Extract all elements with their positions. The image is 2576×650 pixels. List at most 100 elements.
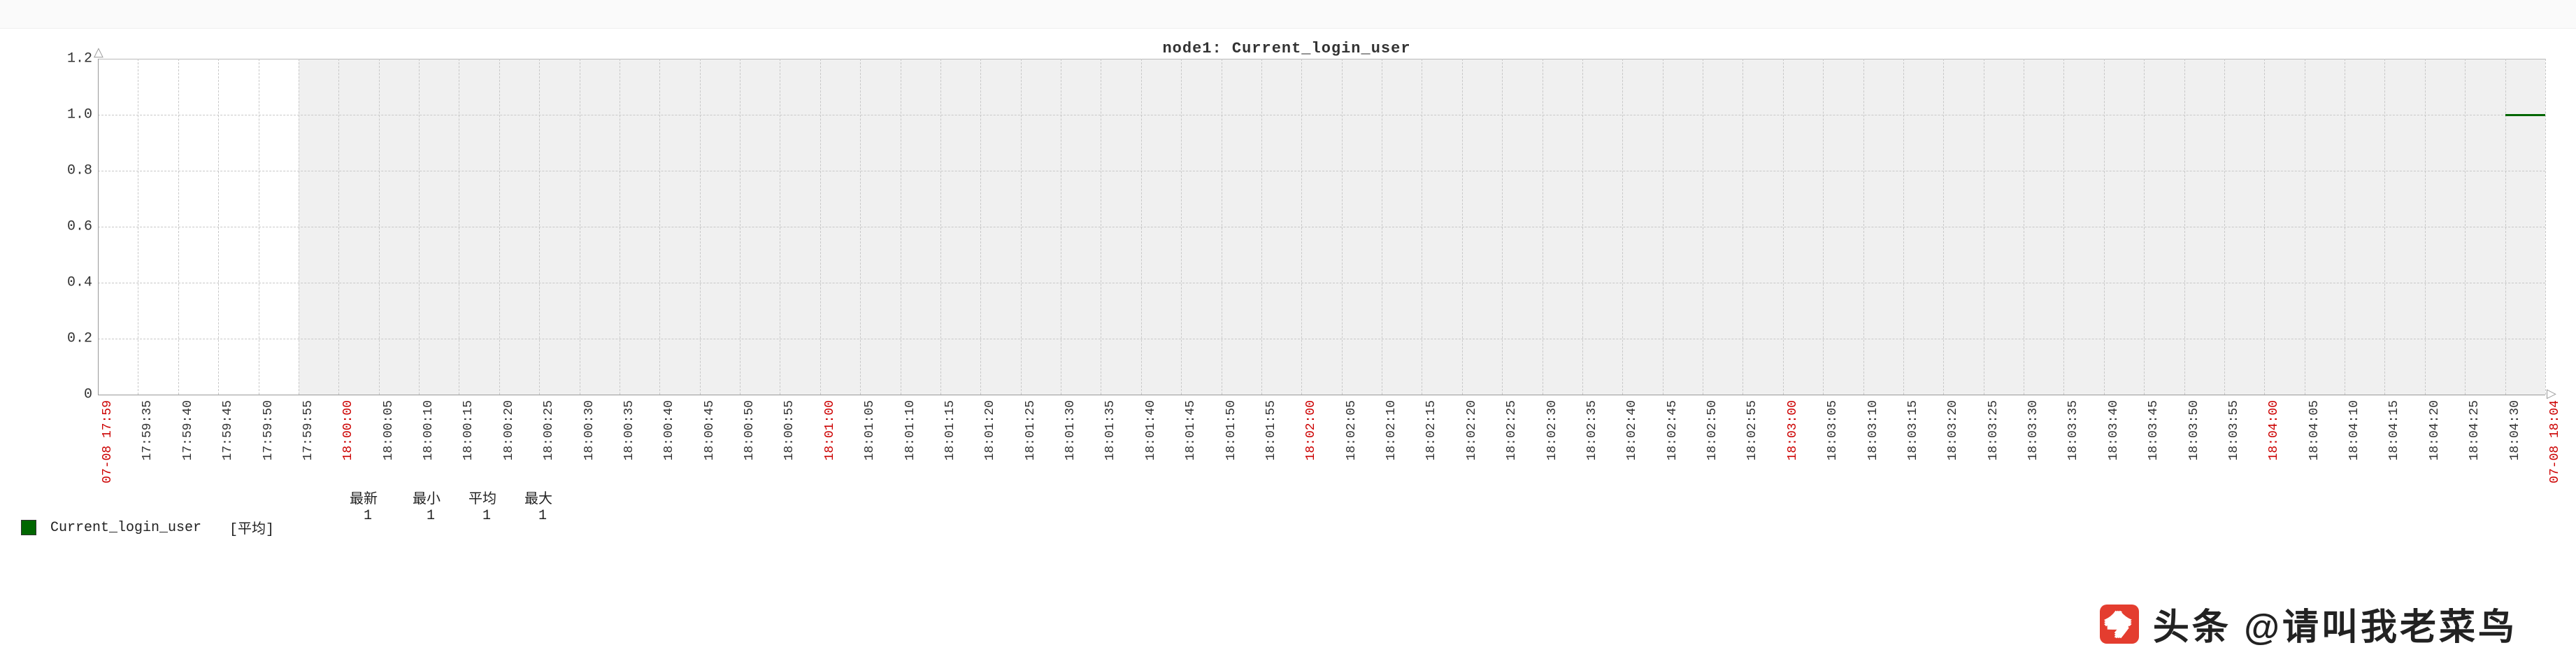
x-axis-tick-label: 17:59:55 <box>301 400 315 460</box>
v-gridline <box>1141 59 1142 395</box>
stat-header-last: 最新 <box>350 487 378 508</box>
x-axis-tick-label: 18:00:10 <box>422 400 436 460</box>
x-axis-tick-label: 18:03:45 <box>2147 400 2161 460</box>
x-axis-tick-label: 18:02:20 <box>1465 400 1479 460</box>
v-gridline <box>860 59 861 395</box>
stat-header-max: 最大 <box>524 487 552 508</box>
x-axis-tick-label: 18:01:25 <box>1024 400 1038 460</box>
x-axis-tick-label: 18:04:25 <box>2468 400 2482 460</box>
x-axis-tick-label: 18:00:25 <box>542 400 556 460</box>
x-axis-tick-label: 18:01:30 <box>1064 400 1078 460</box>
x-axis-tick-label: 18:03:15 <box>1906 400 1920 460</box>
x-axis-tick-label: 18:04:20 <box>2428 400 2442 460</box>
v-gridline <box>2384 59 2385 395</box>
y-axis-tick-label: 0.8 <box>67 163 92 179</box>
v-gridline <box>2465 59 2466 395</box>
stat-header-avg: 平均 <box>468 487 496 508</box>
x-axis-tick-label: 17:59:35 <box>141 400 155 460</box>
stat-value-min: 1 <box>427 508 435 524</box>
x-axis-tick-label: 18:00:40 <box>662 400 676 460</box>
watermark: 头条 @请叫我老菜鸟 <box>2100 598 2517 650</box>
stat-value-avg: 1 <box>482 508 491 524</box>
x-axis-tick-label: 18:00:00 <box>341 400 355 460</box>
v-gridline <box>820 59 821 395</box>
v-gridline <box>1301 59 1302 395</box>
x-axis-tick-label: 18:02:15 <box>1424 400 1438 460</box>
x-axis-tick-label: 18:02:10 <box>1384 400 1398 460</box>
x-axis-tick-label: 18:02:25 <box>1505 400 1519 460</box>
x-axis-tick-label: 18:02:45 <box>1666 400 1680 460</box>
v-gridline <box>2545 59 2546 395</box>
x-axis-tick-label: 18:00:30 <box>582 400 596 460</box>
legend-agg-label: [平均] <box>229 517 274 538</box>
v-gridline <box>539 59 540 395</box>
x-axis-tick-label: 18:04:15 <box>2387 400 2401 460</box>
v-gridline <box>98 59 99 395</box>
x-axis-tick-label: 18:01:40 <box>1144 400 1158 460</box>
chart-title: node1: Current_login_user <box>14 36 2559 59</box>
x-axis-tick-label: 18:03:50 <box>2187 400 2201 460</box>
x-axis-tick-label: 18:00:45 <box>703 400 717 460</box>
v-gridline <box>1622 59 1623 395</box>
v-gridline <box>2063 59 2064 395</box>
window-top-strip <box>0 0 2576 29</box>
x-axis-tick-label: 18:00:35 <box>622 400 636 460</box>
series-line-current-login-user <box>2505 114 2545 116</box>
x-axis-tick-label: 18:01:10 <box>903 400 917 460</box>
x-axis-tick-label: 18:02:35 <box>1585 400 1599 460</box>
v-gridline <box>2264 59 2265 395</box>
x-axis-tick-label: 18:01:00 <box>823 400 837 460</box>
v-gridline <box>2505 59 2506 395</box>
x-axis-tick-label: 17:59:45 <box>221 400 235 460</box>
x-axis-tick-label: 18:04:30 <box>2508 400 2522 460</box>
stat-value-last: 1 <box>364 508 372 524</box>
x-axis-tick-label: 18:03:55 <box>2227 400 2241 460</box>
v-gridline <box>1181 59 1182 395</box>
v-gridline <box>2425 59 2426 395</box>
x-axis-tick-label: 18:01:15 <box>943 400 957 460</box>
x-axis-arrow-icon: ▷ <box>2547 386 2556 402</box>
v-gridline <box>1823 59 1824 395</box>
v-gridline <box>940 59 941 395</box>
y-axis-tick-label: 0.2 <box>67 331 92 347</box>
plot-area[interactable]: △ 00.20.40.60.81.01.207-08 17:5917:59:35… <box>98 59 2545 395</box>
x-axis-tick-label: 18:01:45 <box>1184 400 1198 460</box>
v-gridline <box>1863 59 1864 395</box>
x-axis-tick-label: 18:03:10 <box>1866 400 1880 460</box>
x-axis-tick-label: 18:02:50 <box>1705 400 1719 460</box>
x-axis-tick-label: 18:03:25 <box>1987 400 2001 460</box>
x-axis-tick-label: 18:01:05 <box>863 400 877 460</box>
v-gridline <box>1342 59 1343 395</box>
x-axis-tick-label: 18:00:55 <box>782 400 796 460</box>
v-gridline <box>1021 59 1022 395</box>
v-gridline <box>980 59 981 395</box>
x-axis-tick-label: 18:02:30 <box>1545 400 1559 460</box>
legend-row: Current_login_user [平均] 最新 最小 平均 最大 1 1 … <box>21 507 2559 549</box>
v-gridline <box>1783 59 1784 395</box>
x-axis-tick-label: 18:04:05 <box>2307 400 2321 460</box>
v-gridline <box>2144 59 2145 395</box>
x-axis-tick-label: 18:03:35 <box>2066 400 2080 460</box>
x-axis-tick-label: 18:02:05 <box>1345 400 1359 460</box>
v-gridline <box>1462 59 1463 395</box>
x-axis-tick-label: 18:03:05 <box>1826 400 1840 460</box>
x-axis-tick-label: 18:03:00 <box>1786 400 1800 460</box>
y-axis-tick-label: 0 <box>84 387 92 403</box>
x-axis-tick-label: 17:59:40 <box>181 400 195 460</box>
x-axis-tick-label: 18:01:55 <box>1264 400 1278 460</box>
chart-container: node1: Current_login_user △ 00.20.40.60.… <box>14 36 2559 549</box>
v-gridline <box>1261 59 1262 395</box>
v-gridline <box>2104 59 2105 395</box>
x-axis-tick-label: 18:00:50 <box>743 400 757 460</box>
legend-color-swatch <box>21 520 36 535</box>
v-gridline <box>1582 59 1583 395</box>
x-axis-tick-label: 18:00:15 <box>461 400 475 460</box>
v-gridline <box>499 59 500 395</box>
x-axis-tick-label: 18:04:00 <box>2267 400 2281 460</box>
y-axis-tick-label: 0.6 <box>67 219 92 235</box>
v-gridline <box>2184 59 2185 395</box>
v-gridline <box>218 59 219 395</box>
v-gridline <box>338 59 339 395</box>
y-axis-tick-label: 1.2 <box>67 51 92 67</box>
x-axis-tick-label: 18:03:30 <box>2026 400 2040 460</box>
